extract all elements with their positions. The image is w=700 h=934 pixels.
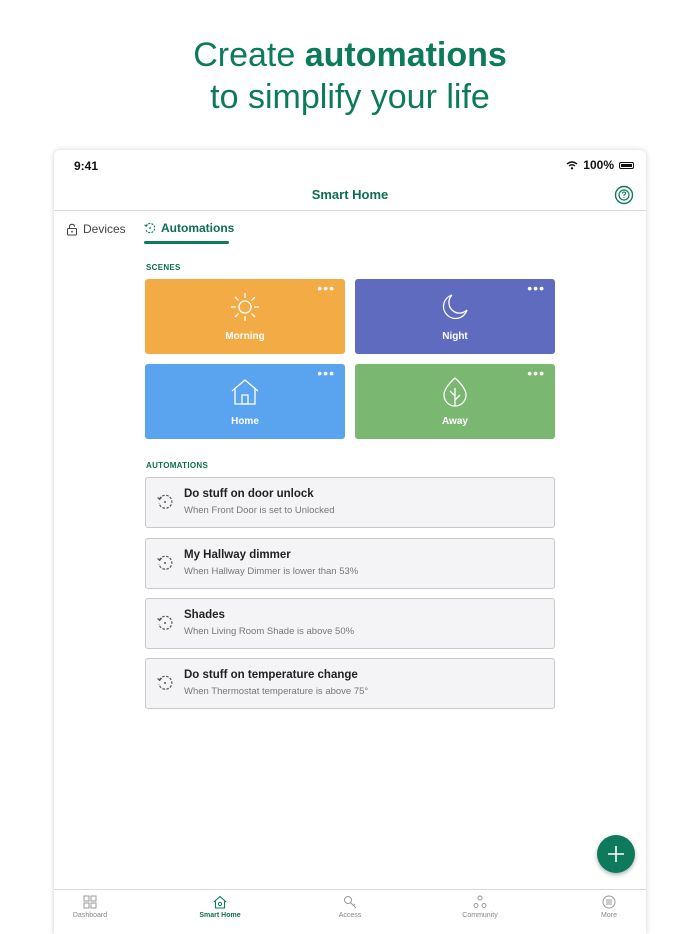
scene-label: Home <box>231 416 259 427</box>
more-icon <box>602 895 616 909</box>
automation-item[interactable]: Shades When Living Room Shade is above 5… <box>145 598 555 649</box>
nav-item-label: Dashboard <box>72 912 108 919</box>
automation-subtitle: When Thermostat temperature is above 75° <box>184 686 369 697</box>
help-circle-icon[interactable] <box>614 185 634 205</box>
scene-more-button[interactable]: ••• <box>527 366 545 380</box>
automation-subtitle: When Front Door is set to Unlocked <box>184 505 335 516</box>
moon-icon <box>442 294 468 320</box>
automation-subtitle: When Hallway Dimmer is lower than 53% <box>184 566 359 577</box>
nav-item-label: Access <box>338 912 362 919</box>
nav-item-smart-home[interactable]: Smart Home <box>185 895 255 919</box>
scene-more-button[interactable]: ••• <box>527 281 545 295</box>
nav-item-access[interactable]: Access <box>315 895 385 919</box>
automation-item[interactable]: My Hallway dimmer When Hallway Dimmer is… <box>145 538 555 589</box>
tab-automations-label: Automations <box>161 221 235 235</box>
hero-line-2: to simplify your life <box>210 78 490 116</box>
bottom-nav: Dashboard Smart Home Access Community Mo… <box>54 889 646 934</box>
automation-title: Do stuff on temperature change <box>184 669 358 681</box>
scene-home[interactable]: ••• Home <box>145 364 345 439</box>
key-icon <box>344 896 357 909</box>
nav-item-more[interactable]: More <box>574 895 644 919</box>
tab-devices[interactable]: Devices <box>66 222 126 236</box>
automation-title: Do stuff on door unlock <box>184 488 314 500</box>
automations-section-label: AUTOMATIONS <box>146 461 209 470</box>
status-indicators: 100% <box>566 158 634 172</box>
add-automation-button[interactable] <box>597 835 635 873</box>
leaf-icon <box>443 377 467 407</box>
automation-subtitle: When Living Room Shade is above 50% <box>184 626 355 637</box>
nav-item-dashboard[interactable]: Dashboard <box>55 895 125 919</box>
hero-line-1-bold: automations <box>304 36 507 74</box>
automation-title: My Hallway dimmer <box>184 549 291 561</box>
automation-item[interactable]: Do stuff on door unlock When Front Door … <box>145 477 555 528</box>
battery-percent: 100% <box>583 158 614 172</box>
automation-title: Shades <box>184 609 225 621</box>
scene-away[interactable]: ••• Away <box>355 364 555 439</box>
house-icon <box>231 379 259 405</box>
hero-line-1: Create automations <box>0 34 700 76</box>
tab-devices-label: Devices <box>83 222 126 236</box>
plus-icon <box>608 846 624 862</box>
wifi-icon <box>566 160 578 169</box>
nav-item-community[interactable]: Community <box>445 895 515 919</box>
automation-icon <box>157 675 173 690</box>
scene-label: Night <box>442 331 468 342</box>
smart-home-icon <box>213 895 227 909</box>
tab-automations[interactable]: Automations <box>144 221 234 235</box>
battery-icon <box>619 161 634 169</box>
tablet-screen: 9:41 100% Smart Home Devices Automations… <box>54 150 646 934</box>
status-bar: 9:41 100% <box>54 150 646 180</box>
hero-heading: Create automations to simplify your life <box>0 34 700 118</box>
nav-item-label: More <box>601 912 617 919</box>
grid-icon <box>83 895 97 909</box>
status-time: 9:41 <box>74 159 99 173</box>
scene-more-button[interactable]: ••• <box>317 366 335 380</box>
sun-icon <box>231 293 259 321</box>
nav-item-label: Community <box>462 912 498 919</box>
automation-icon <box>157 555 173 570</box>
nav-item-label: Smart Home <box>199 912 241 919</box>
scenes-section-label: SCENES <box>146 263 181 272</box>
active-tab-indicator <box>144 241 229 244</box>
scene-more-button[interactable]: ••• <box>317 281 335 295</box>
lock-icon <box>66 223 78 236</box>
automation-icon <box>144 222 156 234</box>
scene-label: Away <box>442 416 468 427</box>
community-icon <box>473 895 487 908</box>
hero-line-1-regular: Create <box>193 36 305 74</box>
scene-morning[interactable]: ••• Morning <box>145 279 345 354</box>
scene-label: Morning <box>225 331 265 342</box>
scene-night[interactable]: ••• Night <box>355 279 555 354</box>
page-title: Smart Home <box>311 187 389 202</box>
automation-item[interactable]: Do stuff on temperature change When Ther… <box>145 658 555 709</box>
automation-icon <box>157 494 173 509</box>
automation-icon <box>157 615 173 630</box>
nav-bar: Smart Home <box>54 180 646 211</box>
tab-bar: Devices Automations <box>54 212 646 246</box>
